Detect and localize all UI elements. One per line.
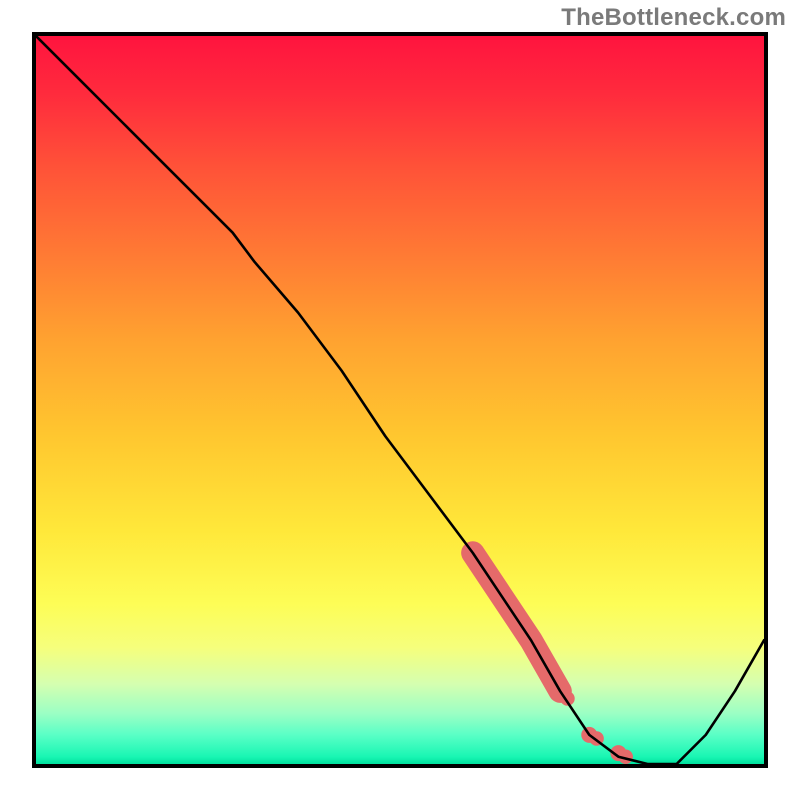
chart-frame: TheBottleneck.com bbox=[0, 0, 800, 800]
bottleneck-curve bbox=[36, 36, 764, 764]
plot-area bbox=[32, 32, 768, 768]
curve-layer bbox=[36, 36, 764, 764]
watermark-text: TheBottleneck.com bbox=[561, 4, 786, 32]
